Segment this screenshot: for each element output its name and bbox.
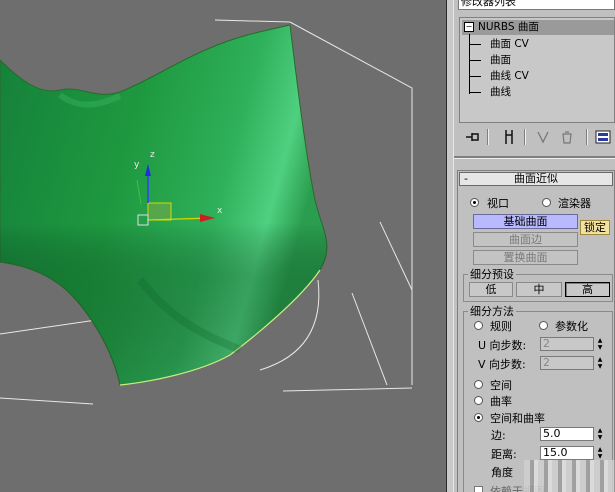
- v-steps-spinner[interactable]: 2 ▲ ▼: [540, 356, 606, 371]
- spatial-radio[interactable]: [474, 380, 483, 389]
- stack-subobject-surface[interactable]: 曲面: [490, 53, 511, 68]
- presets-group-title: 细分预设: [468, 268, 516, 281]
- rollout-header[interactable]: - 曲面近似: [459, 172, 613, 186]
- u-steps-spinner[interactable]: 2 ▲ ▼: [540, 337, 606, 352]
- axis-x-label: x: [217, 206, 223, 216]
- distance-field[interactable]: 15.0: [540, 446, 594, 460]
- toolbar-separator: [586, 129, 588, 145]
- spinner-up-icon[interactable]: ▲: [596, 446, 604, 453]
- stack-subobject-curve[interactable]: 曲线: [490, 85, 511, 100]
- tree-branch: [469, 76, 481, 77]
- u-steps-field[interactable]: 2: [540, 337, 594, 351]
- perspective-viewport[interactable]: x y z: [0, 0, 446, 492]
- viewport-mode-label: 视口: [487, 197, 509, 210]
- parametric-radio[interactable]: [539, 321, 548, 330]
- remove-modifier-icon[interactable]: [558, 128, 576, 146]
- edge-spinner[interactable]: 5.0 ▲ ▼: [540, 427, 606, 442]
- curvature-radio[interactable]: [474, 396, 483, 405]
- stack-subobject-curve-cv[interactable]: 曲线 CV: [490, 69, 529, 84]
- spatial-curvature-radio[interactable]: [474, 413, 483, 422]
- spinner-down-icon[interactable]: ▼: [596, 363, 604, 370]
- displaced-surface-button[interactable]: 置换曲面: [473, 250, 578, 265]
- modifier-stack[interactable]: − NURBS 曲面 曲面 CV 曲面 曲线 CV 曲线: [459, 17, 615, 123]
- modify-command-panel: 修改器列表 − NURBS 曲面 曲面 CV 曲面 曲线 CV 曲线 - 曲面近…: [454, 0, 615, 492]
- renderer-mode-label: 渲染器: [558, 197, 591, 210]
- view-dependent-checkbox[interactable]: [474, 486, 483, 492]
- tree-branch: [469, 92, 481, 93]
- configure-modifier-sets-icon[interactable]: [594, 128, 612, 146]
- viewport-panel-splitter[interactable]: [446, 0, 454, 492]
- u-steps-label: U 向步数:: [478, 339, 527, 352]
- stack-root-item[interactable]: − NURBS 曲面: [462, 20, 614, 35]
- axis-z-label: z: [150, 150, 155, 160]
- stack-toolbar: [454, 124, 615, 152]
- surface-edge-button[interactable]: 曲面边: [473, 232, 578, 247]
- spinner-up-icon[interactable]: ▲: [596, 337, 604, 344]
- spinner-down-icon[interactable]: ▼: [596, 434, 604, 441]
- rollout-title: 曲面近似: [514, 172, 558, 185]
- toolbar-separator: [524, 129, 526, 145]
- stack-subobject-surface-cv[interactable]: 曲面 CV: [490, 37, 529, 52]
- pin-stack-icon[interactable]: [464, 128, 482, 146]
- tree-branch: [469, 44, 481, 45]
- rollout-collapse-icon[interactable]: -: [464, 173, 468, 185]
- modifier-list-dropdown[interactable]: 修改器列表: [458, 0, 615, 10]
- renderer-mode-radio[interactable]: [542, 198, 551, 207]
- show-end-result-icon[interactable]: [500, 128, 518, 146]
- stack-root-label: NURBS 曲面: [478, 21, 539, 33]
- tree-branch: [469, 60, 481, 61]
- edge-field[interactable]: 5.0: [540, 427, 594, 441]
- panel-separator: [454, 156, 615, 159]
- v-steps-field[interactable]: 2: [540, 356, 594, 370]
- make-unique-icon[interactable]: [534, 128, 552, 146]
- distance-spinner[interactable]: 15.0 ▲ ▼: [540, 446, 606, 461]
- v-steps-label: V 向步数:: [478, 358, 526, 371]
- regular-label: 规则: [490, 320, 512, 333]
- viewport-mode-radio[interactable]: [470, 198, 479, 207]
- parametric-label: 参数化: [555, 320, 588, 333]
- edge-label: 边:: [491, 429, 506, 442]
- spinner-down-icon[interactable]: ▼: [596, 344, 604, 351]
- toolbar-separator: [487, 129, 489, 145]
- axis-y-label: y: [134, 160, 140, 170]
- base-surface-button[interactable]: 基础曲面: [473, 214, 578, 229]
- tree-line: [469, 34, 470, 94]
- watermark-overlay: [524, 460, 615, 492]
- spinner-up-icon[interactable]: ▲: [596, 356, 604, 363]
- collapse-icon[interactable]: −: [464, 22, 474, 32]
- regular-radio[interactable]: [474, 321, 483, 330]
- spatial-label: 空间: [490, 379, 512, 392]
- angle-label: 角度: [491, 466, 513, 479]
- curvature-label: 曲率: [490, 395, 512, 408]
- viewport-scene: [0, 19, 413, 405]
- preset-high-button[interactable]: 高: [565, 282, 610, 297]
- spinner-down-icon[interactable]: ▼: [596, 453, 604, 460]
- spatial-curvature-label: 空间和曲率: [490, 412, 545, 425]
- preset-low-button[interactable]: 低: [469, 282, 513, 297]
- preset-medium-button[interactable]: 中: [516, 282, 562, 297]
- lock-button[interactable]: 锁定: [580, 220, 610, 235]
- spinner-up-icon[interactable]: ▲: [596, 427, 604, 434]
- distance-label: 距离:: [491, 448, 517, 461]
- method-group-title: 细分方法: [468, 305, 516, 318]
